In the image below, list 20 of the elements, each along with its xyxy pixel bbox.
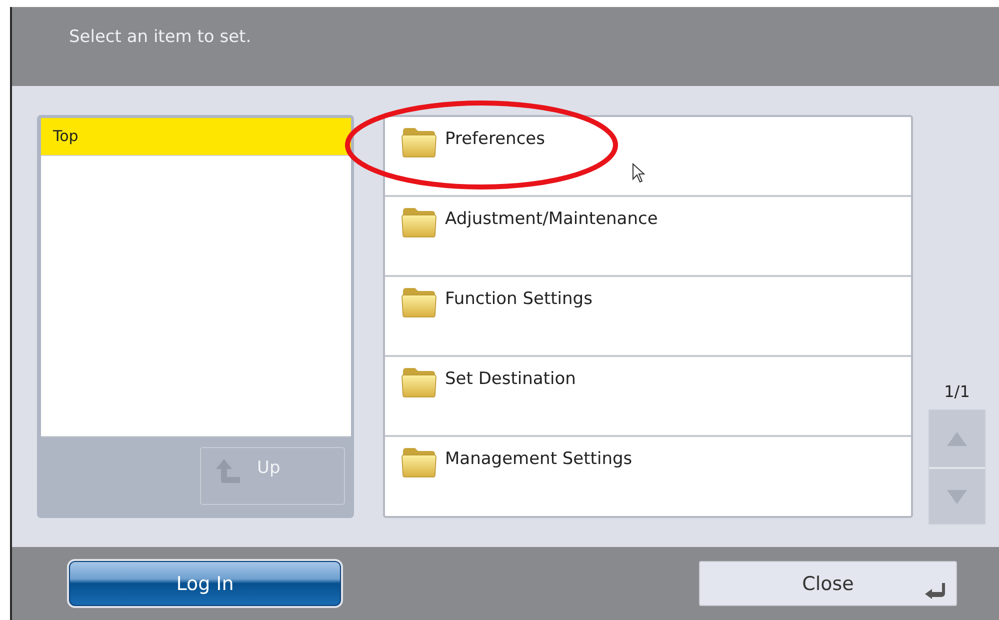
folder-icon — [401, 365, 437, 399]
folder-icon — [401, 285, 437, 319]
folder-item[interactable]: Preferences — [385, 117, 911, 197]
page-indicator: 1/1 — [944, 382, 970, 401]
up-triangle-icon — [947, 432, 967, 446]
return-arrow-icon — [924, 583, 946, 599]
close-button[interactable]: Close — [699, 561, 957, 606]
down-triangle-icon — [947, 490, 967, 504]
folder-item[interactable]: Management Settings — [385, 437, 911, 517]
mouse-cursor-icon — [632, 163, 645, 183]
folder-item[interactable]: Adjustment/Maintenance — [385, 197, 911, 277]
folder-icon — [401, 205, 437, 239]
up-arrow-icon — [215, 458, 241, 484]
instruction-text: Select an item to set. — [69, 27, 252, 47]
login-button[interactable]: Log In — [67, 559, 343, 608]
tree-item[interactable]: Top — [41, 118, 351, 156]
folder-item[interactable]: Function Settings — [385, 277, 911, 357]
folder-icon — [401, 125, 437, 159]
folder-item[interactable]: Set Destination — [385, 357, 911, 437]
folder-icon — [401, 445, 437, 479]
